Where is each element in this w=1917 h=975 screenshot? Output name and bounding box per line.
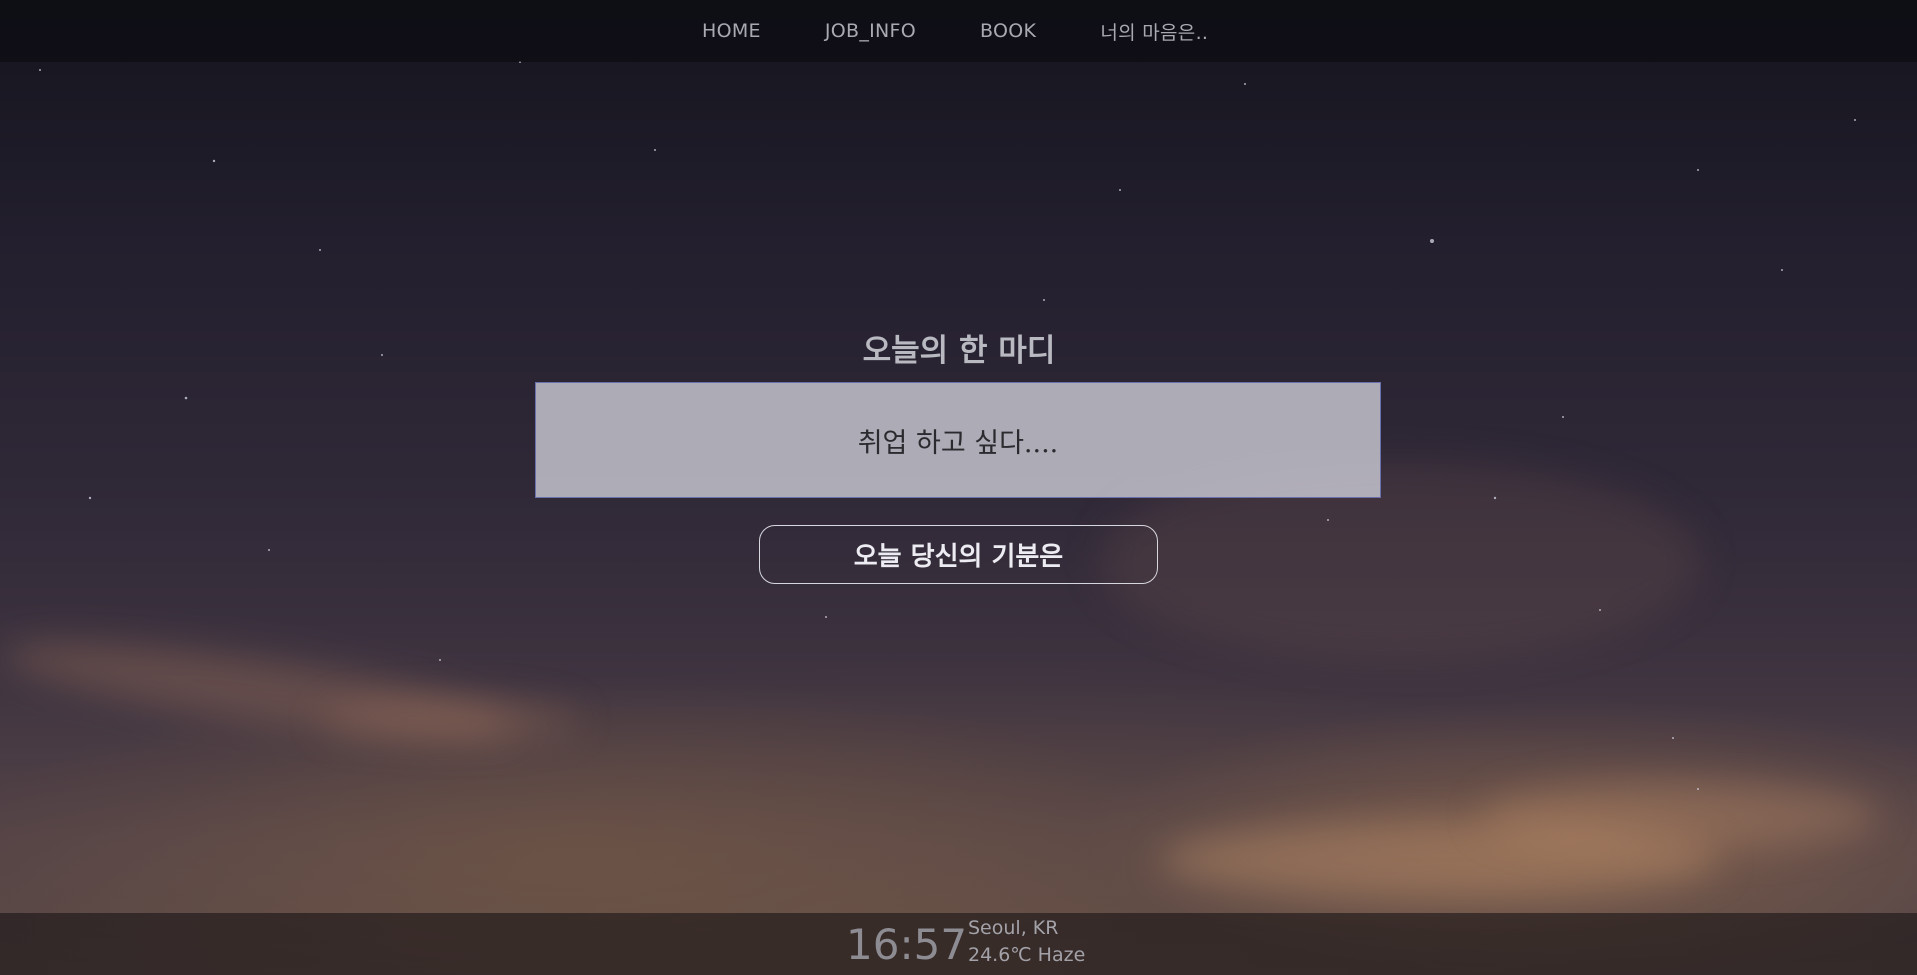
mood-button[interactable]: 오늘 당신의 기분은 (759, 525, 1158, 584)
top-nav: HOME JOB_INFO BOOK 너의 마음은.. (0, 0, 1917, 62)
cloud-decoration (320, 700, 580, 740)
nav-book[interactable]: BOOK (980, 20, 1036, 42)
page-title: 오늘의 한 마디 (862, 333, 1056, 369)
cloud-decoration (0, 624, 522, 756)
nav-home[interactable]: HOME (702, 20, 761, 42)
cloud-decoration (1480, 780, 1880, 850)
nav-your-heart[interactable]: 너의 마음은.. (1100, 18, 1208, 45)
clock: 16:57 (846, 920, 968, 969)
weather-condition: 24.6℃ Haze (968, 944, 1086, 966)
nav-job-info[interactable]: JOB_INFO (825, 20, 916, 42)
quote-box (535, 382, 1381, 498)
quote-input[interactable] (536, 423, 1380, 457)
weather-location: Seoul, KR (968, 917, 1059, 939)
nav-menu: HOME JOB_INFO BOOK 너의 마음은.. (670, 0, 1240, 62)
cloud-decoration (1160, 820, 1720, 900)
weather-widget: Seoul, KR 24.6℃ Haze (968, 915, 1085, 969)
